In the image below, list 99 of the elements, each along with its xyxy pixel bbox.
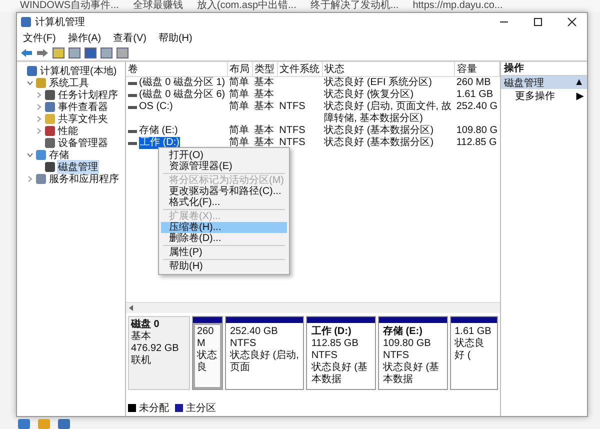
table-cell: 260 MB: [456, 77, 491, 88]
forward-arrow-icon[interactable]: [36, 46, 49, 58]
tree-item[interactable]: 设备管理器: [57, 136, 109, 150]
table-cell: 简单: [229, 89, 250, 100]
tree-node-icon: [45, 90, 55, 100]
actions-section[interactable]: 磁盘管理 ▲: [501, 76, 587, 89]
legend-label: 主分区: [186, 402, 216, 415]
tree-node-icon: [36, 174, 46, 184]
horizontal-scrollbar[interactable]: [126, 302, 500, 313]
bookmark-link[interactable]: WINDOWS自动事件...: [20, 0, 119, 12]
table-cell: 简单: [229, 101, 250, 112]
table-cell: 基本: [254, 137, 274, 148]
volume-name[interactable]: 存储 (E:): [139, 125, 178, 137]
computer-management-icon: [21, 17, 31, 27]
tree-node-icon: [45, 102, 55, 112]
context-menu-item[interactable]: 删除卷(D)...: [161, 233, 287, 244]
tree-node-icon: [27, 66, 37, 76]
tree-item[interactable]: 计算机管理(本地): [39, 64, 118, 78]
tree-node-icon: [36, 150, 46, 160]
window-title: 计算机管理: [35, 16, 86, 29]
tree-item[interactable]: 事件查看器: [57, 100, 109, 114]
bookmark-link[interactable]: 终于解决了发动机...: [310, 0, 399, 12]
expand-arrow-icon[interactable]: [35, 103, 43, 111]
table-cell: 基本: [254, 89, 274, 100]
table-cell: 状态良好 (启动, 页面文件, 故障转储, 基本数据分区): [324, 101, 452, 124]
table-cell: 109.80 G: [456, 125, 498, 136]
table-cell: 1.61 GB: [456, 89, 494, 100]
disk-size: 476.92 GB: [131, 343, 180, 354]
tree-node-icon: [45, 138, 55, 148]
context-menu-item[interactable]: 属性(P): [161, 247, 287, 258]
action-item[interactable]: 更多操作 ▶: [501, 89, 587, 103]
table-cell: NTFS: [279, 101, 306, 112]
context-menu-item[interactable]: 更改驱动器号和路径(C)...: [161, 186, 287, 197]
context-menu-item[interactable]: 帮助(H): [161, 261, 287, 272]
tree-node-icon: [45, 162, 55, 172]
table-cell: 简单: [229, 77, 250, 88]
table-cell: 状态良好 (基本数据分区): [324, 137, 434, 148]
volume-name[interactable]: (磁盘 0 磁盘分区 6): [139, 89, 226, 101]
partition-block[interactable]: 260 M 状态良: [193, 323, 222, 389]
context-menu-item[interactable]: 资源管理器(E): [161, 161, 287, 172]
context-menu-item[interactable]: 格式化(F)...: [161, 197, 287, 208]
bookmark-link[interactable]: https://mp.dayu.co...: [412, 0, 503, 12]
table-cell: 状态良好 (EFI 系统分区): [324, 77, 432, 88]
table-cell: 基本: [254, 77, 274, 88]
partition-bar: [307, 317, 375, 323]
column-header[interactable]: 文件系统: [277, 62, 322, 76]
tree-node-icon: [45, 114, 55, 124]
collapse-arrow-icon[interactable]: [26, 151, 34, 159]
tree-item[interactable]: 磁盘管理: [57, 160, 99, 174]
context-menu-item[interactable]: 打开(O): [161, 150, 287, 161]
column-header[interactable]: 状态: [322, 62, 454, 76]
maximize-icon: [533, 17, 543, 27]
taskbar-app-icon[interactable]: [58, 419, 70, 429]
table-cell: 简单: [229, 137, 250, 148]
close-icon: [567, 17, 577, 27]
volume-name[interactable]: OS (C:): [139, 101, 173, 113]
volume-name[interactable]: (磁盘 0 磁盘分区 1): [139, 77, 226, 89]
menu-item[interactable]: 查看(V): [111, 31, 148, 45]
tree-item[interactable]: 存储: [48, 148, 70, 162]
disk-type: 基本: [131, 331, 152, 343]
bookmark-link[interactable]: 放入(com.asp中出错...: [196, 0, 296, 12]
disk-name: 磁盘 0: [131, 319, 160, 330]
column-header[interactable]: 类型: [252, 62, 278, 76]
legend-label: 未分配: [139, 402, 169, 415]
expand-arrow-icon[interactable]: [35, 91, 43, 99]
menu-item[interactable]: 操作(A): [66, 31, 104, 45]
expand-arrow-icon[interactable]: [26, 175, 34, 183]
volume-name[interactable]: 工作 (D:): [139, 137, 180, 149]
menu-item[interactable]: 帮助(H): [156, 31, 194, 45]
column-header[interactable]: 卷: [126, 62, 228, 76]
table-cell: 简单: [229, 125, 250, 136]
table-cell: NTFS: [279, 125, 306, 136]
taskbar-app-icon[interactable]: [18, 419, 30, 429]
tree-node-icon: [45, 126, 55, 136]
partition-bar: [193, 317, 222, 323]
tree-item[interactable]: 任务计划程序: [57, 88, 119, 102]
table-cell: 状态良好 (恢复分区): [324, 89, 414, 100]
table-cell: 基本: [254, 125, 274, 136]
tree-item[interactable]: 性能: [57, 124, 79, 138]
table-cell: 112.85 G: [456, 137, 497, 148]
tree-node-icon: [36, 78, 46, 88]
table-cell: NTFS: [279, 137, 306, 148]
tree-item[interactable]: 共享文件夹: [57, 112, 109, 126]
menu-item[interactable]: 文件(F): [21, 31, 58, 45]
partition-bar: [450, 317, 498, 323]
table-cell: 基本: [254, 101, 274, 112]
partition-bar: [378, 317, 447, 323]
tree-item[interactable]: 服务和应用程序: [48, 172, 120, 186]
column-header[interactable]: 容量: [454, 62, 500, 76]
tree-item[interactable]: 系统工具: [48, 76, 90, 90]
back-arrow-icon[interactable]: [20, 46, 33, 58]
context-menu-item[interactable]: 压缩卷(H)...: [161, 222, 287, 233]
table-cell: 252.40 G: [456, 101, 498, 112]
table-cell: 状态良好 (基本数据分区): [324, 125, 434, 136]
expand-arrow-icon[interactable]: [35, 115, 43, 123]
disk-status: 联机: [131, 355, 152, 367]
expand-arrow-icon[interactable]: [35, 127, 43, 135]
collapse-arrow-icon[interactable]: [26, 79, 34, 87]
column-header[interactable]: 布局: [227, 62, 252, 76]
